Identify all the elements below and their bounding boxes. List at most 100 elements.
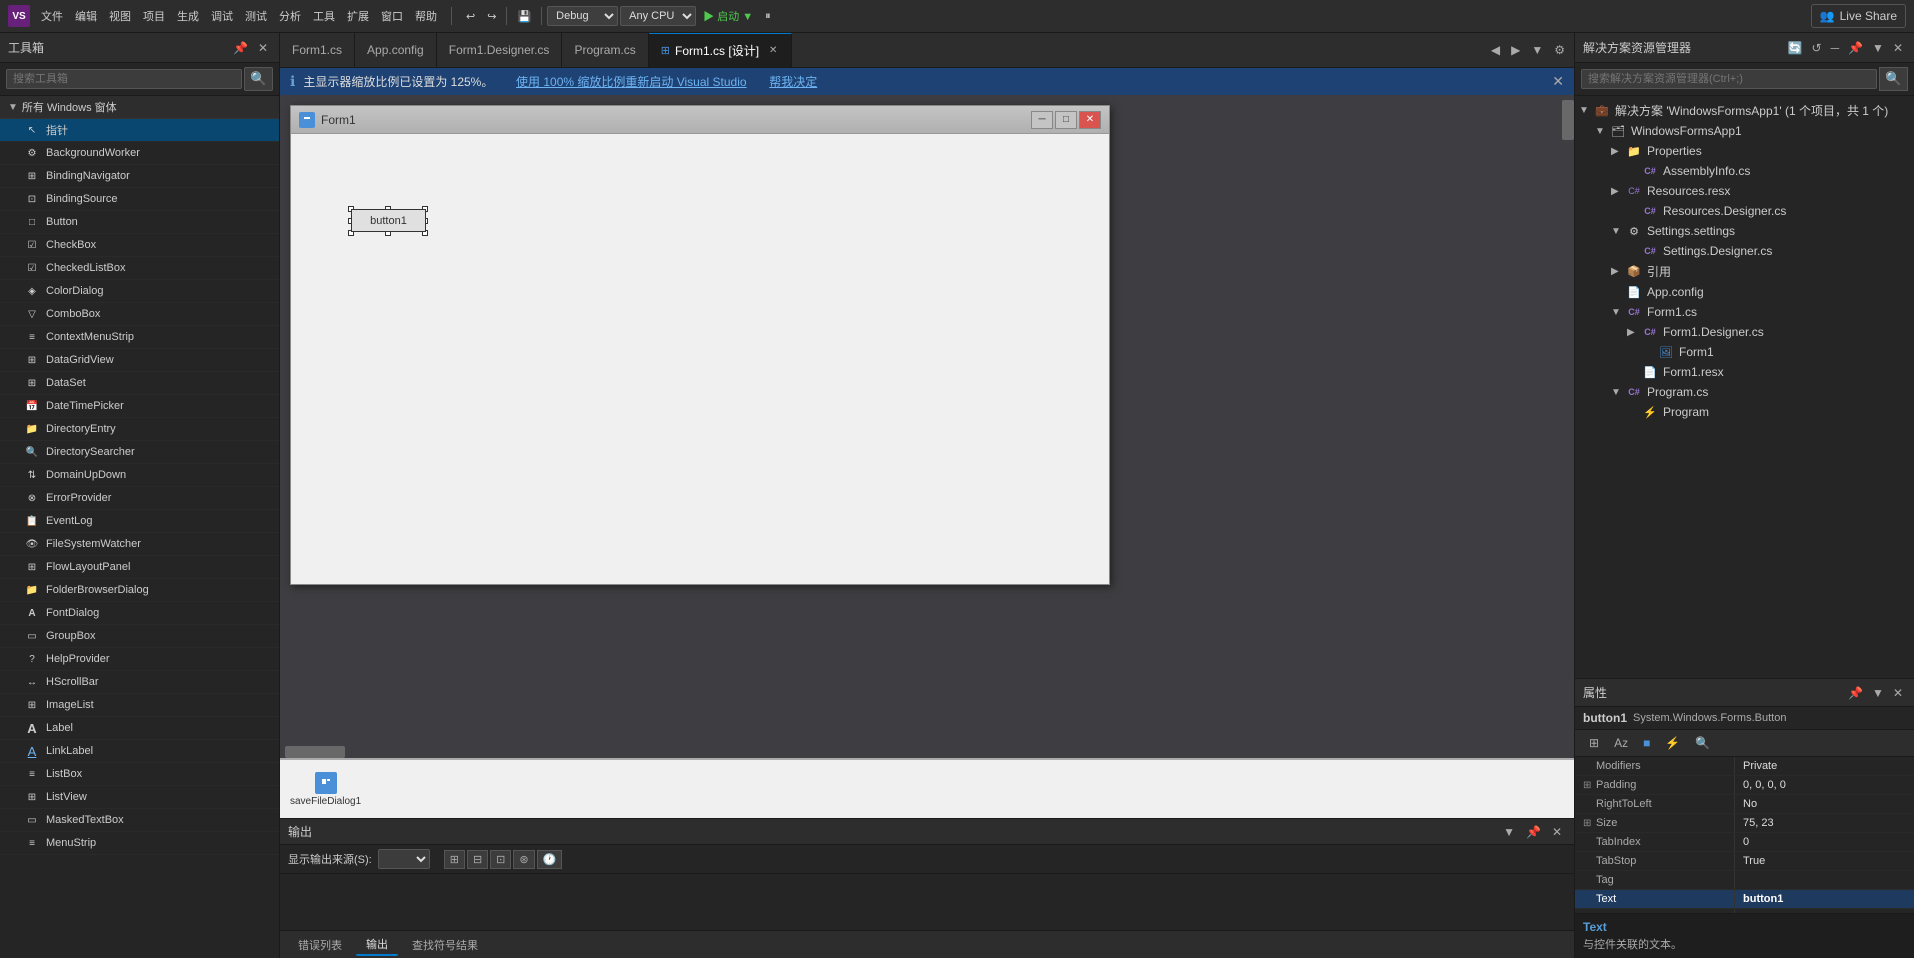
- solution-close-icon[interactable]: ✕: [1890, 40, 1906, 56]
- cpu-config-select[interactable]: Any CPU x86 x64: [620, 6, 696, 26]
- tab-close-icon[interactable]: ✕: [767, 44, 779, 57]
- tree-settings[interactable]: ▼ ⚙ Settings.settings: [1575, 221, 1914, 241]
- bottom-tab-errors[interactable]: 错误列表: [288, 935, 352, 955]
- prop-value-modifiers[interactable]: Private: [1735, 757, 1914, 775]
- notification-close-icon[interactable]: ✕: [1552, 73, 1564, 90]
- props-properties-btn[interactable]: ■: [1637, 733, 1656, 753]
- menu-help[interactable]: 帮助: [410, 6, 442, 26]
- notification-help-link[interactable]: 帮我决定: [769, 73, 817, 90]
- toolbox-item-helpprovider[interactable]: ? HelpProvider: [0, 648, 279, 671]
- tree-properties[interactable]: ▶ 📁 Properties: [1575, 141, 1914, 161]
- liveshare-btn[interactable]: 👥 Live Share: [1811, 4, 1906, 28]
- toolbox-item-errorprovider[interactable]: ⊗ ErrorProvider: [0, 487, 279, 510]
- prop-value-text[interactable]: button1: [1735, 890, 1914, 908]
- tabs-scroll-right[interactable]: ▶: [1507, 41, 1524, 59]
- bottom-tab-output[interactable]: 输出: [356, 934, 398, 956]
- tree-resources-designer[interactable]: C# Resources.Designer.cs: [1575, 201, 1914, 221]
- toolbox-item-menustrip[interactable]: ≡ MenuStrip: [0, 832, 279, 855]
- savefiledialog1-component[interactable]: saveFileDialog1: [290, 772, 361, 807]
- tab-programcs[interactable]: Program.cs: [562, 33, 648, 68]
- output-dropdown-icon[interactable]: ▼: [1499, 824, 1519, 840]
- tree-references[interactable]: ▶ 📦 引用: [1575, 261, 1914, 282]
- maximize-btn[interactable]: □: [1055, 111, 1077, 129]
- menu-analyze[interactable]: 分析: [274, 6, 306, 26]
- tree-assemblyinfo[interactable]: C# AssemblyInfo.cs: [1575, 161, 1914, 181]
- toolbox-item-flowlayoutpanel[interactable]: ⊞ FlowLayoutPanel: [0, 556, 279, 579]
- toolbox-item-folderbrowserdialog[interactable]: 📁 FolderBrowserDialog: [0, 579, 279, 602]
- toolbox-item-checkedlistbox[interactable]: ☑ CheckedListBox: [0, 257, 279, 280]
- button1[interactable]: button1: [351, 209, 426, 232]
- notification-action-link[interactable]: 使用 100% 缩放比例重新启动 Visual Studio: [516, 73, 747, 90]
- close-btn[interactable]: ✕: [1079, 111, 1101, 129]
- output-close-icon[interactable]: ✕: [1548, 824, 1566, 840]
- solution-refresh-icon[interactable]: ↺: [1809, 40, 1825, 56]
- tab-appconfig[interactable]: App.config: [355, 33, 437, 68]
- tree-form1[interactable]: 🖼 Form1: [1575, 342, 1914, 362]
- pin-icon[interactable]: 📌: [230, 40, 251, 56]
- output-pin-icon[interactable]: 📌: [1522, 824, 1545, 840]
- menu-test[interactable]: 测试: [240, 6, 272, 26]
- prop-value-righttoleft[interactable]: No: [1735, 795, 1914, 813]
- output-source-select[interactable]: 生成 调试 常规: [378, 849, 430, 869]
- prop-value-tabindex[interactable]: 0: [1735, 833, 1914, 851]
- prop-value-tag[interactable]: [1735, 871, 1914, 889]
- redo-btn[interactable]: ↪: [482, 8, 501, 25]
- tree-appconfig[interactable]: 📄 App.config: [1575, 282, 1914, 302]
- menu-edit[interactable]: 编辑: [70, 6, 102, 26]
- output-btn4[interactable]: ⊛: [513, 850, 534, 869]
- toolbox-item-imagelist[interactable]: ⊞ ImageList: [0, 694, 279, 717]
- toolbox-item-pointer[interactable]: ↖ 指针: [0, 119, 279, 142]
- tree-program[interactable]: ⚡ Program: [1575, 402, 1914, 422]
- tree-programcs[interactable]: ▼ C# Program.cs: [1575, 382, 1914, 402]
- size-expand-icon[interactable]: ⊞: [1583, 818, 1593, 829]
- tree-form1cs[interactable]: ▼ C# Form1.cs: [1575, 302, 1914, 322]
- designer-vscroll-thumb[interactable]: [1562, 100, 1574, 140]
- toolbox-item-linklabel[interactable]: A LinkLabel: [0, 740, 279, 763]
- toolbox-item-maskedtextbox[interactable]: ▭ MaskedTextBox: [0, 809, 279, 832]
- toolbox-item-combobox[interactable]: ▽ ComboBox: [0, 303, 279, 326]
- designer-vscrollbar[interactable]: [1562, 95, 1574, 746]
- menu-window[interactable]: 窗口: [376, 6, 408, 26]
- solution-search-button[interactable]: 🔍: [1879, 67, 1908, 91]
- toolbox-search-button[interactable]: 🔍: [244, 67, 273, 91]
- menu-tools[interactable]: 工具: [308, 6, 340, 26]
- designer-hscrollbar[interactable]: [280, 746, 1562, 758]
- output-btn5[interactable]: 🕐: [537, 850, 563, 869]
- menu-debug[interactable]: 调试: [206, 6, 238, 26]
- undo-btn[interactable]: ↩: [461, 8, 480, 25]
- props-categorize-btn[interactable]: ⊞: [1583, 733, 1605, 753]
- toolbox-item-eventlog[interactable]: 📋 EventLog: [0, 510, 279, 533]
- designer-canvas[interactable]: Form1 ─ □ ✕: [290, 105, 1110, 585]
- toolbox-item-fontdialog[interactable]: A FontDialog: [0, 602, 279, 625]
- solution-search-input[interactable]: [1581, 69, 1877, 89]
- toolbox-item-listview[interactable]: ⊞ ListView: [0, 786, 279, 809]
- toolbox-item-directorysearcher[interactable]: 🔍 DirectorySearcher: [0, 441, 279, 464]
- tree-project[interactable]: ▼ 🗂 WindowsFormsApp1: [1575, 121, 1914, 141]
- output-btn1[interactable]: ⊞: [444, 850, 465, 869]
- padding-expand-icon[interactable]: ⊞: [1583, 780, 1593, 791]
- toolbox-item-domainupdown[interactable]: ⇅ DomainUpDown: [0, 464, 279, 487]
- toolbox-item-datetimepicker[interactable]: 📅 DateTimePicker: [0, 395, 279, 418]
- prop-value-size[interactable]: 75, 23: [1735, 814, 1914, 832]
- tab-form1design[interactable]: ⊞ Form1.cs [设计] ✕: [649, 33, 793, 68]
- output-btn3[interactable]: ⊡: [490, 850, 511, 869]
- solution-pin-icon[interactable]: 📌: [1845, 40, 1866, 56]
- toolbox-item-filesystemwatcher[interactable]: 👁 FileSystemWatcher: [0, 533, 279, 556]
- toolbox-item-backgroundworker[interactable]: ⚙ BackgroundWorker: [0, 142, 279, 165]
- tree-settings-designer[interactable]: C# Settings.Designer.cs: [1575, 241, 1914, 261]
- toolbox-item-checkbox[interactable]: ☑ CheckBox: [0, 234, 279, 257]
- props-dropdown-icon[interactable]: ▼: [1869, 685, 1887, 701]
- toolbox-item-dataset[interactable]: ⊞ DataSet: [0, 372, 279, 395]
- toolbox-item-colordialog[interactable]: ◈ ColorDialog: [0, 280, 279, 303]
- designer-hscroll-thumb[interactable]: [285, 746, 345, 758]
- designer-canvas-area[interactable]: Form1 ─ □ ✕: [280, 95, 1574, 758]
- toolbox-item-listbox[interactable]: ≡ ListBox: [0, 763, 279, 786]
- toolbox-item-button[interactable]: □ Button: [0, 211, 279, 234]
- toolbox-item-datagridview[interactable]: ⊞ DataGridView: [0, 349, 279, 372]
- start-btn[interactable]: ▶ 启动 ▼: [698, 6, 758, 26]
- menu-file[interactable]: 文件: [36, 6, 68, 26]
- prop-value-tabstop[interactable]: True: [1735, 852, 1914, 870]
- menu-view[interactable]: 视图: [104, 6, 136, 26]
- toolbox-item-directoryentry[interactable]: 📁 DirectoryEntry: [0, 418, 279, 441]
- tab-form1designercs[interactable]: Form1.Designer.cs: [437, 33, 563, 68]
